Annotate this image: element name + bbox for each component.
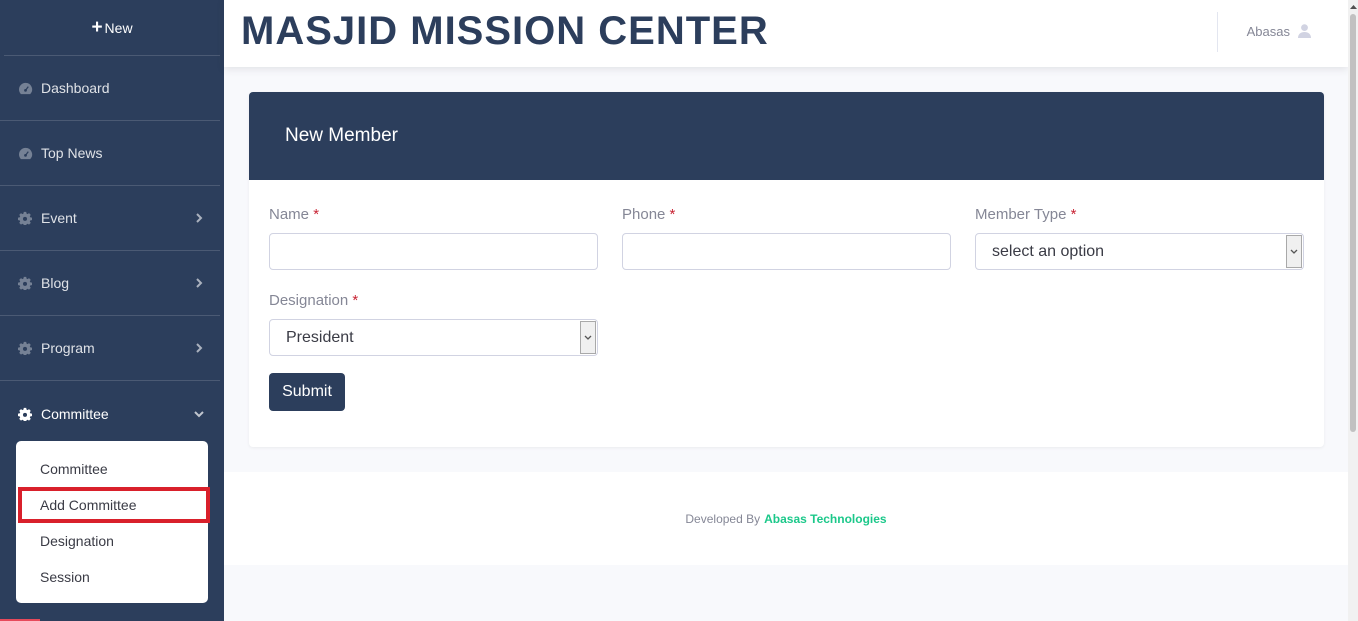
brand-title: MASJID MISSION CENTER: [241, 9, 769, 53]
new-member-card: New Member Name * Phone * Member Type * …: [249, 92, 1324, 447]
gear-icon: [17, 210, 33, 226]
submit-button[interactable]: Submit: [269, 373, 345, 411]
chevron-down-icon: [580, 321, 596, 354]
sidebar-item-top-news[interactable]: Top News: [0, 121, 220, 186]
submenu-item-committee[interactable]: Committee: [16, 451, 208, 487]
committee-submenu: Committee Add Committee Designation Sess…: [16, 441, 210, 603]
sidebar-item-event[interactable]: Event: [0, 186, 220, 251]
phone-input[interactable]: [622, 233, 951, 270]
sidebar: + New Dashboard Top News Event Blog Prog…: [0, 0, 224, 621]
chevron-down-icon: [1286, 235, 1302, 268]
sidebar-item-blog[interactable]: Blog: [0, 251, 220, 316]
sidebar-item-label: Top News: [41, 145, 103, 161]
submenu-item-add-committee[interactable]: Add Committee: [18, 487, 210, 523]
phone-field-group: Phone *: [622, 206, 951, 270]
plus-icon: +: [91, 17, 103, 38]
sidebar-item-committee[interactable]: Committee: [0, 381, 220, 446]
card-title: New Member: [249, 92, 1324, 180]
dashboard-icon: [17, 145, 33, 161]
required-mark: *: [313, 206, 320, 223]
phone-label: Phone *: [622, 206, 951, 223]
designation-value: President: [286, 328, 354, 346]
user-menu[interactable]: Abasas: [1247, 24, 1312, 39]
chevron-right-icon: [194, 343, 204, 353]
sidebar-item-dashboard[interactable]: Dashboard: [0, 56, 220, 121]
topbar-divider: [1217, 12, 1218, 52]
scrollbar-thumb[interactable]: [1350, 14, 1356, 432]
name-field-group: Name *: [269, 206, 598, 270]
member-type-select[interactable]: select an option: [975, 233, 1304, 270]
user-icon: [1298, 24, 1312, 39]
name-input[interactable]: [269, 233, 598, 270]
member-type-label-text: Member Type: [975, 206, 1067, 223]
sidebar-item-label: Blog: [41, 275, 70, 291]
required-mark: *: [669, 206, 676, 223]
member-type-value: select an option: [992, 242, 1105, 260]
member-type-label: Member Type *: [975, 206, 1304, 223]
topbar: MASJID MISSION CENTER Abasas: [224, 0, 1348, 67]
scroll-up-icon[interactable]: [1348, 0, 1358, 12]
sidebar-item-label: Event: [41, 210, 77, 226]
submenu-item-session[interactable]: Session: [16, 559, 208, 595]
designation-select[interactable]: President: [269, 319, 598, 356]
footer-prefix: Developed By: [685, 511, 761, 526]
user-name: Abasas: [1246, 24, 1290, 39]
required-mark: *: [1070, 206, 1077, 223]
sidebar-item-label: Program: [41, 340, 95, 356]
sidebar-item-label: Committee: [41, 405, 109, 422]
name-label: Name *: [269, 206, 598, 223]
footer-company-link[interactable]: Abasas Technologies: [764, 512, 886, 526]
page-scrollbar[interactable]: [1348, 0, 1358, 621]
gear-icon: [17, 406, 33, 422]
sidebar-item-label: Dashboard: [41, 80, 110, 96]
gear-icon: [17, 340, 33, 356]
chevron-down-icon: [194, 409, 204, 419]
new-label: New: [104, 19, 133, 36]
dashboard-icon: [17, 80, 33, 96]
required-mark: *: [352, 292, 359, 309]
chevron-right-icon: [194, 213, 204, 223]
submenu-item-designation[interactable]: Designation: [16, 523, 208, 559]
designation-field-group: Designation * President: [269, 292, 598, 356]
designation-label-text: Designation: [269, 292, 349, 309]
member-type-field-group: Member Type * select an option: [975, 206, 1304, 270]
designation-label: Designation *: [269, 292, 598, 309]
gear-icon: [17, 275, 33, 291]
chevron-right-icon: [194, 278, 204, 288]
phone-label-text: Phone: [622, 206, 666, 223]
name-label-text: Name: [269, 206, 310, 223]
sidebar-item-program[interactable]: Program: [0, 316, 220, 381]
new-button[interactable]: + New: [4, 0, 220, 56]
footer: Developed By Abasas Technologies: [224, 472, 1348, 565]
